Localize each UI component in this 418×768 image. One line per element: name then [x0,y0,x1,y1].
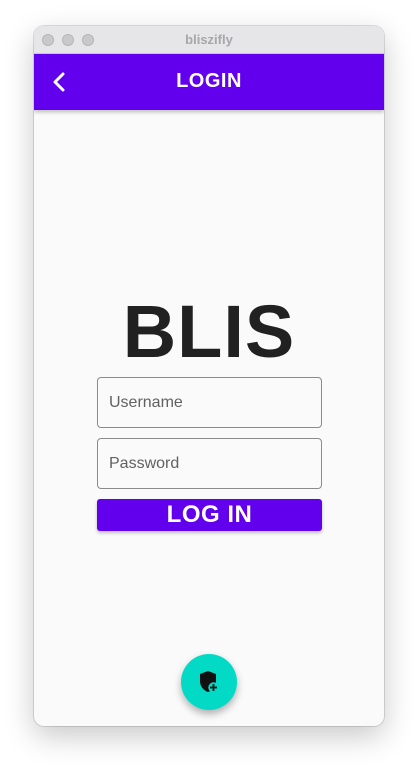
app-bar: LOGIN [34,54,384,110]
window-title: bliszifly [185,32,233,47]
app-logo-text: BLIS [122,290,296,373]
password-field[interactable] [97,438,322,489]
title-bar: bliszifly [34,26,384,54]
page-title: LOGIN [176,70,242,92]
login-button[interactable]: LOG IN [97,499,322,531]
app-window: bliszifly LOGIN BLIS LOG IN [34,26,384,726]
floating-action-button[interactable] [181,654,237,710]
username-field[interactable] [97,377,322,428]
shield-plus-icon [200,671,219,693]
